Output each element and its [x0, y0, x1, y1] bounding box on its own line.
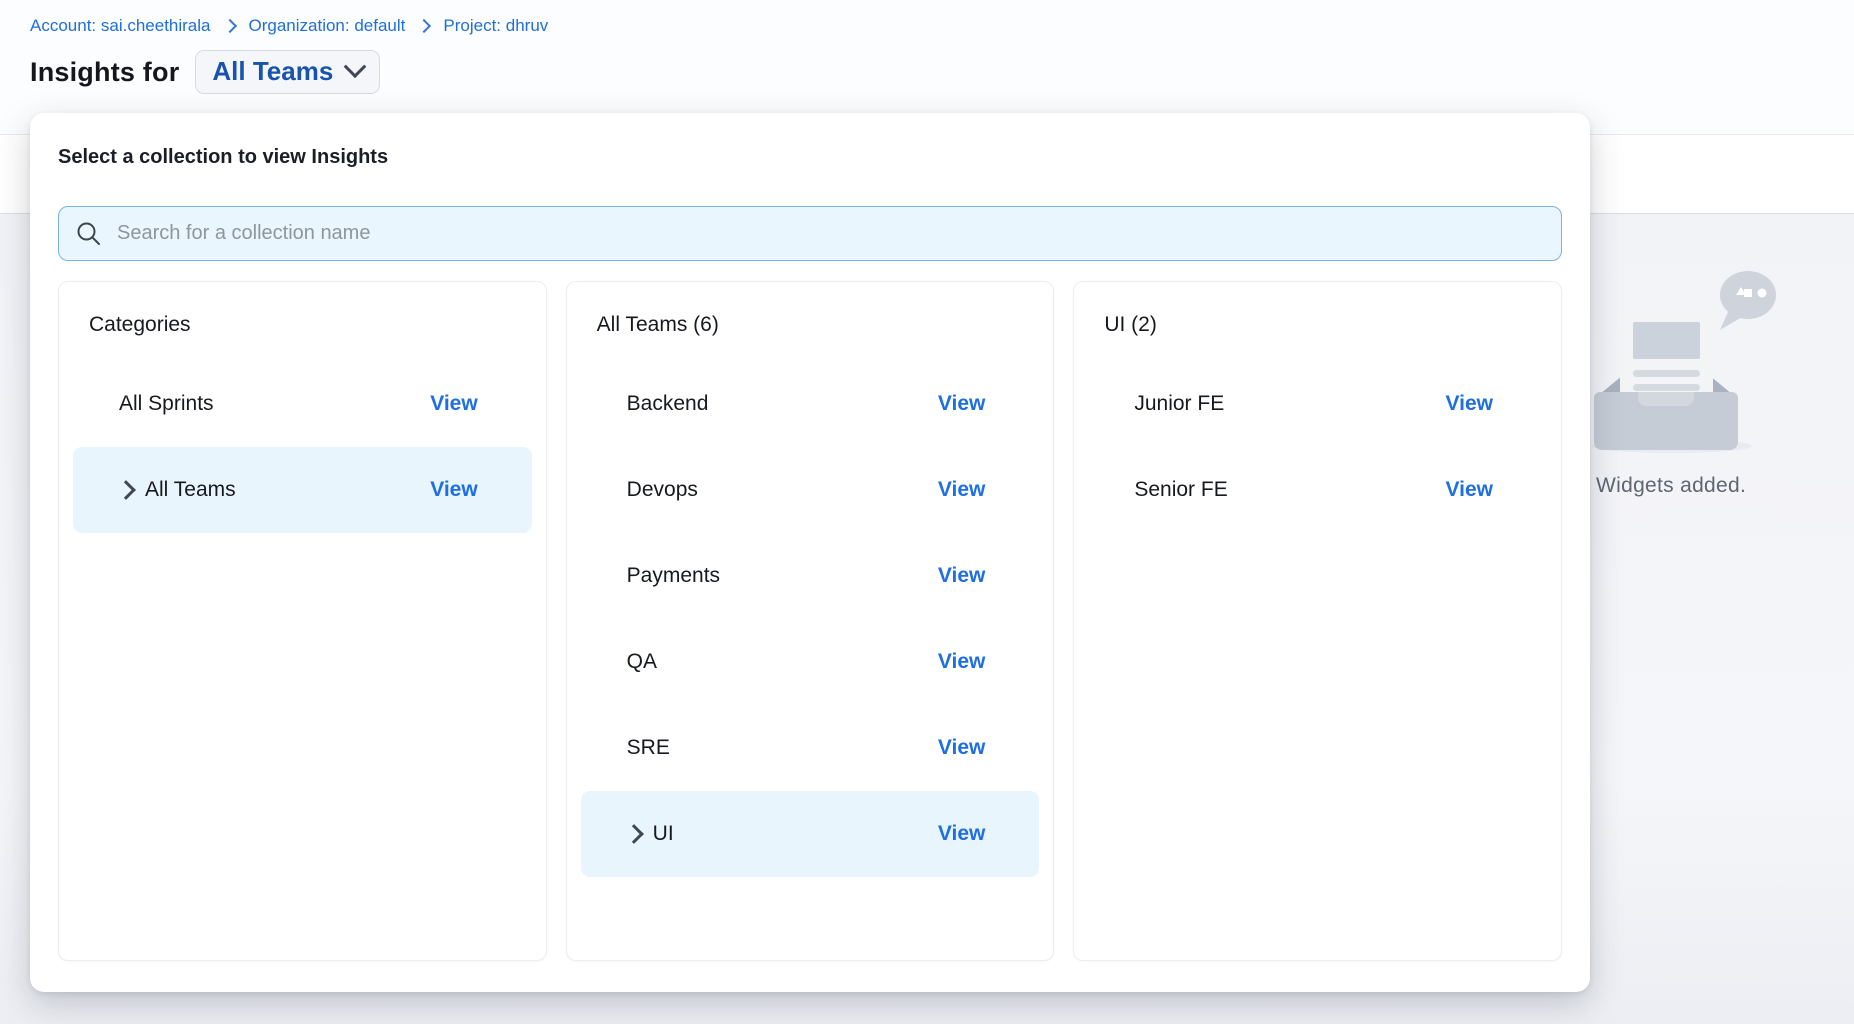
- view-link[interactable]: View: [938, 822, 985, 846]
- view-link[interactable]: View: [938, 736, 985, 760]
- collection-row[interactable]: Senior FE View: [1088, 447, 1547, 533]
- breadcrumb-project-link[interactable]: Project: dhruv: [443, 16, 548, 36]
- view-link[interactable]: View: [938, 650, 985, 674]
- view-link[interactable]: View: [938, 392, 985, 416]
- chevron-right-icon: [116, 480, 136, 500]
- collection-name: UI: [653, 822, 674, 846]
- collection-list: Junior FE View Senior FE View: [1088, 361, 1547, 533]
- collection-row[interactable]: Backend View: [581, 361, 1040, 447]
- page-title: Insights for: [30, 57, 179, 88]
- view-link[interactable]: View: [430, 392, 477, 416]
- collection-row[interactable]: UI View: [581, 791, 1040, 877]
- insights-heading-row: Insights for All Teams: [30, 50, 380, 94]
- chevron-right-icon: [417, 19, 431, 33]
- collection-name: SRE: [627, 736, 670, 760]
- collection-card: All Teams (6)BackendViewDevopsViewPaymen…: [566, 281, 1055, 961]
- breadcrumb-account-link[interactable]: Account: sai.cheethirala: [30, 16, 211, 36]
- empty-inbox-icon: [1560, 260, 1820, 460]
- collection-row[interactable]: All Sprints View: [73, 361, 532, 447]
- view-link[interactable]: View: [1446, 478, 1493, 502]
- breadcrumb: Account: sai.cheethirala Organization: d…: [30, 16, 548, 36]
- empty-state-message: Widgets added.: [1596, 474, 1746, 498]
- collection-row[interactable]: Devops View: [581, 447, 1040, 533]
- collection-dropdown-label: All Teams: [212, 56, 333, 87]
- view-link[interactable]: View: [938, 478, 985, 502]
- empty-widgets-state: Widgets added.: [1560, 260, 1840, 460]
- modal-title: Select a collection to view Insights: [58, 146, 1562, 169]
- collection-card: UI (2) Junior FE View Senior FE View: [1073, 281, 1562, 961]
- collection-name: Backend: [627, 392, 709, 416]
- collection-row[interactable]: Payments View: [581, 533, 1040, 619]
- view-link[interactable]: View: [1446, 392, 1493, 416]
- collections-row: CategoriesAll SprintsViewAll TeamsViewAl…: [58, 281, 1562, 961]
- chevron-down-icon: [344, 55, 367, 78]
- collection-name: QA: [627, 650, 657, 674]
- collection-row[interactable]: Junior FE View: [1088, 361, 1547, 447]
- collection-picker-modal: Select a collection to view Insights Cat…: [30, 113, 1590, 992]
- collection-search: [58, 206, 1562, 261]
- collection-row[interactable]: SRE View: [581, 705, 1040, 791]
- search-input[interactable]: [58, 206, 1562, 261]
- collection-name: Senior FE: [1134, 478, 1227, 502]
- collection-card-header: UI (2): [1088, 312, 1547, 338]
- chevron-right-icon: [222, 19, 236, 33]
- collection-card: Categories All Sprints View All Teams View: [58, 281, 547, 961]
- collection-card-header: All Teams (6): [581, 312, 1040, 338]
- collection-dropdown-button[interactable]: All Teams: [195, 50, 380, 94]
- collection-name: Junior FE: [1134, 392, 1224, 416]
- view-link[interactable]: View: [430, 478, 477, 502]
- collection-name: All Teams: [145, 478, 236, 502]
- collection-list: All Sprints View All Teams View: [73, 361, 532, 533]
- collection-name: Devops: [627, 478, 698, 502]
- collection-list: BackendViewDevopsViewPaymentsViewQAViewS…: [581, 361, 1040, 877]
- collection-row[interactable]: QA View: [581, 619, 1040, 705]
- collection-row[interactable]: All Teams View: [73, 447, 532, 533]
- chevron-right-icon: [624, 824, 644, 844]
- search-icon: [75, 220, 102, 247]
- view-link[interactable]: View: [938, 564, 985, 588]
- collection-card-header: Categories: [73, 312, 532, 338]
- breadcrumb-organization-link[interactable]: Organization: default: [249, 16, 406, 36]
- collection-name: Payments: [627, 564, 720, 588]
- collection-name: All Sprints: [119, 392, 214, 416]
